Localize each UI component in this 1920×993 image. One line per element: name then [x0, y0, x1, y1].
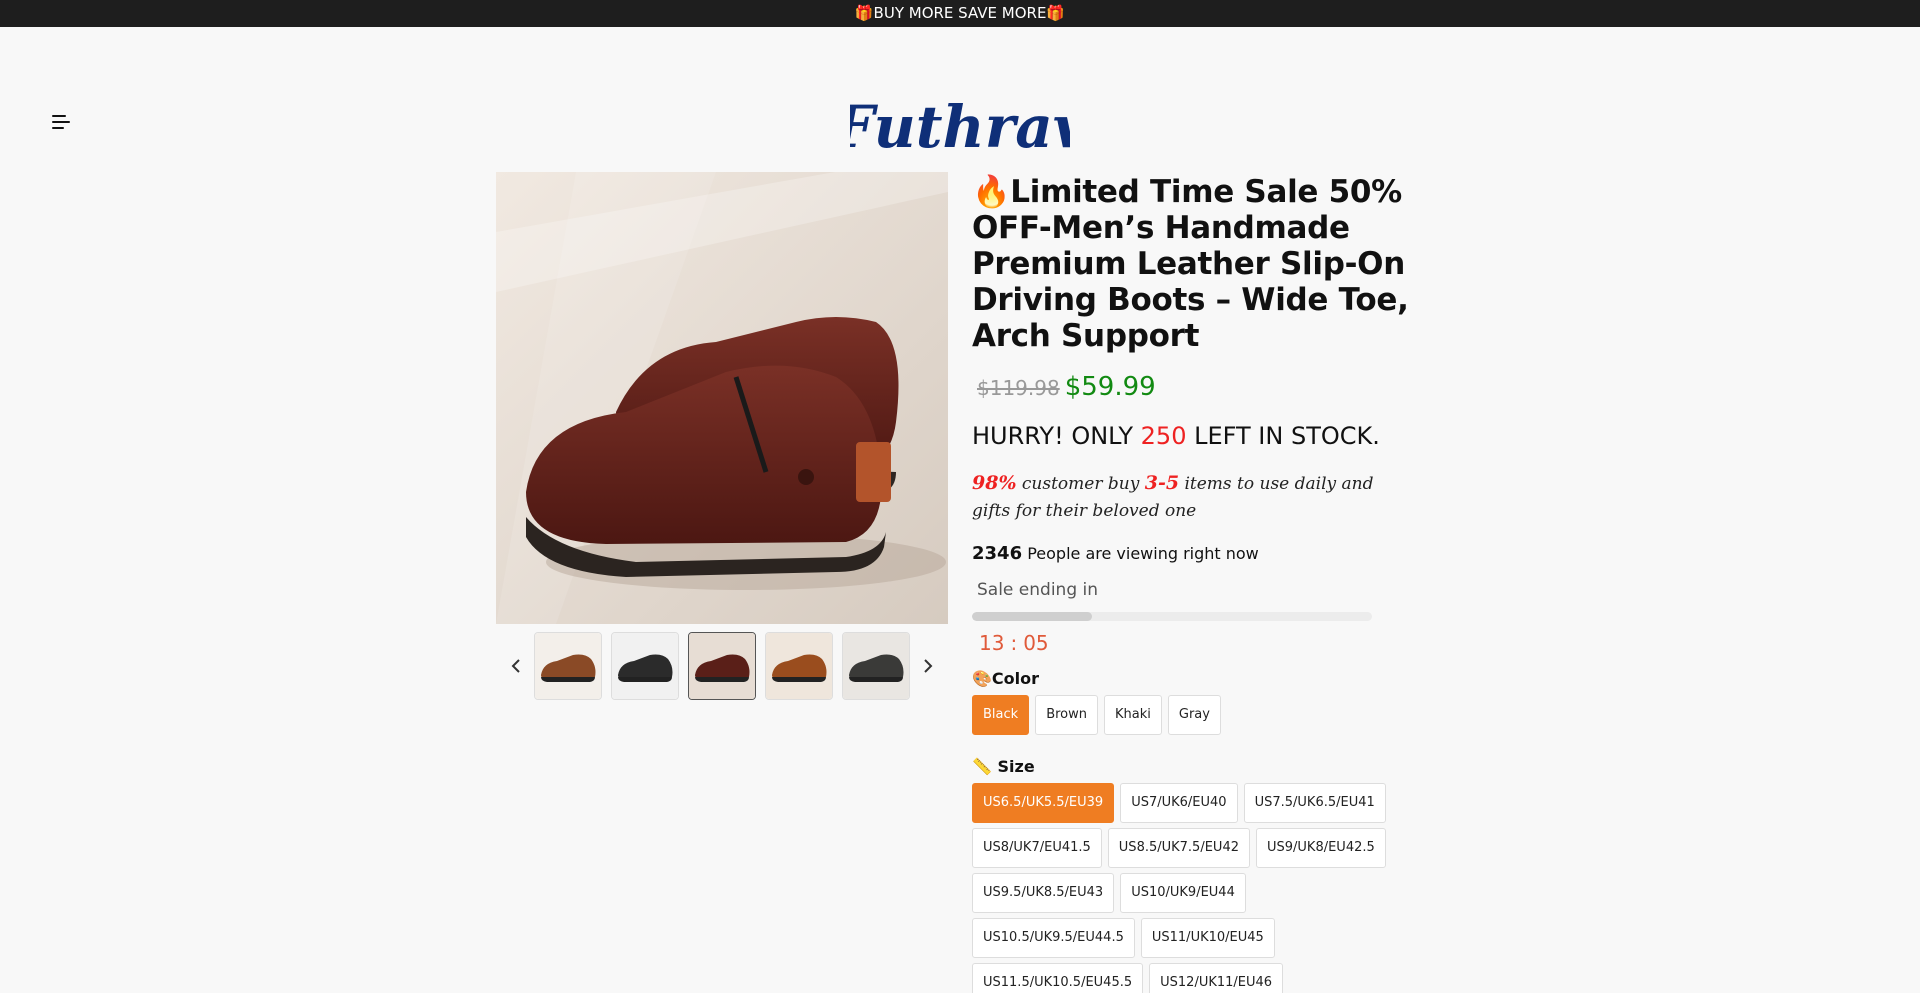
compare-price: $119.98	[977, 376, 1060, 400]
sale-progress-fill	[972, 612, 1092, 621]
stock-notice: HURRY! ONLY 250 LEFT IN STOCK.	[972, 422, 1412, 450]
menu-icon[interactable]	[52, 115, 72, 135]
color-option[interactable]: Brown	[1035, 695, 1098, 735]
brand-logo[interactable]: Futhrav	[850, 87, 1070, 167]
product-info: 🔥Limited Time Sale 50% OFF-Men’s Handmad…	[972, 172, 1412, 993]
stock-count: 250	[1140, 422, 1187, 450]
color-option[interactable]: Black	[972, 695, 1030, 735]
announcement-bar: 🎁BUY MORE SAVE MORE🎁	[0, 0, 1920, 27]
promo-text: 98% customer buy 3-5 items to use daily …	[972, 470, 1412, 525]
chevron-left-icon[interactable]	[506, 656, 526, 676]
site-header: Futhrav	[0, 27, 1920, 172]
product-title: 🔥Limited Time Sale 50% OFF-Men’s Handmad…	[972, 174, 1409, 354]
size-options: US6.5/UK5.5/EU39 US7/UK6/EU40 US7.5/UK6.5/…	[972, 783, 1412, 993]
chevron-right-icon[interactable]	[918, 656, 938, 676]
sale-price: $59.99	[1064, 372, 1156, 402]
product-gallery	[496, 172, 948, 700]
color-option[interactable]: Gray	[1167, 695, 1221, 735]
stock-suffix: LEFT IN STOCK.	[1186, 422, 1380, 450]
color-label: 🎨Color	[972, 669, 1040, 688]
sale-ending-label: Sale ending in	[977, 580, 1099, 600]
sale-progress-bar	[972, 612, 1372, 621]
size-option[interactable]: US9.5/UK8.5/EU43	[972, 873, 1115, 913]
viewers-notice: 2346 People are viewing right now	[972, 543, 1412, 564]
thumbnail-2[interactable]	[611, 632, 679, 700]
timer-separator: :	[1010, 631, 1018, 655]
viewers-count: 2346	[972, 543, 1023, 564]
promo-range: 3-5	[1144, 472, 1180, 494]
product-main-image[interactable]	[496, 172, 948, 624]
size-option[interactable]: US7/UK6/EU40	[1120, 783, 1238, 823]
thumbnail-3[interactable]	[688, 632, 756, 700]
size-option[interactable]: US7.5/UK6.5/EU41	[1243, 783, 1386, 823]
size-option[interactable]: US10/UK9/EU44	[1120, 873, 1246, 913]
size-option[interactable]: US9/UK8/EU42.5	[1255, 828, 1386, 868]
thumbnail-4[interactable]	[765, 632, 833, 700]
promo-mid: customer buy	[1016, 474, 1145, 494]
thumbnail-strip	[496, 632, 948, 700]
timer-minutes: 05	[1023, 631, 1049, 655]
price-row: $119.98 $59.99	[972, 372, 1412, 402]
size-option[interactable]: US11/UK10/EU45	[1140, 918, 1275, 958]
color-options: Black Brown Khaki Gray	[972, 695, 1412, 735]
size-option[interactable]: US10.5/UK9.5/EU44.5	[972, 918, 1135, 958]
size-option[interactable]: US6.5/UK5.5/EU39	[972, 783, 1115, 823]
countdown-timer: 13:05	[979, 631, 1412, 655]
timer-hours: 13	[979, 631, 1005, 655]
promo-percent: 98%	[972, 472, 1017, 494]
thumbnail-1[interactable]	[534, 632, 602, 700]
thumbnail-5[interactable]	[842, 632, 910, 700]
size-option[interactable]: US8/UK7/EU41.5	[972, 828, 1102, 868]
size-option[interactable]: US11.5/UK10.5/EU45.5	[972, 963, 1144, 993]
size-label: 📏 Size	[972, 757, 1035, 776]
viewers-text: People are viewing right now	[1022, 544, 1259, 563]
svg-text:Futhrav: Futhrav	[850, 93, 1070, 161]
stock-prefix: HURRY! ONLY	[972, 422, 1141, 450]
color-option[interactable]: Khaki	[1104, 695, 1162, 735]
size-option[interactable]: US12/UK11/EU46	[1149, 963, 1284, 993]
size-option[interactable]: US8.5/UK7.5/EU42	[1107, 828, 1250, 868]
